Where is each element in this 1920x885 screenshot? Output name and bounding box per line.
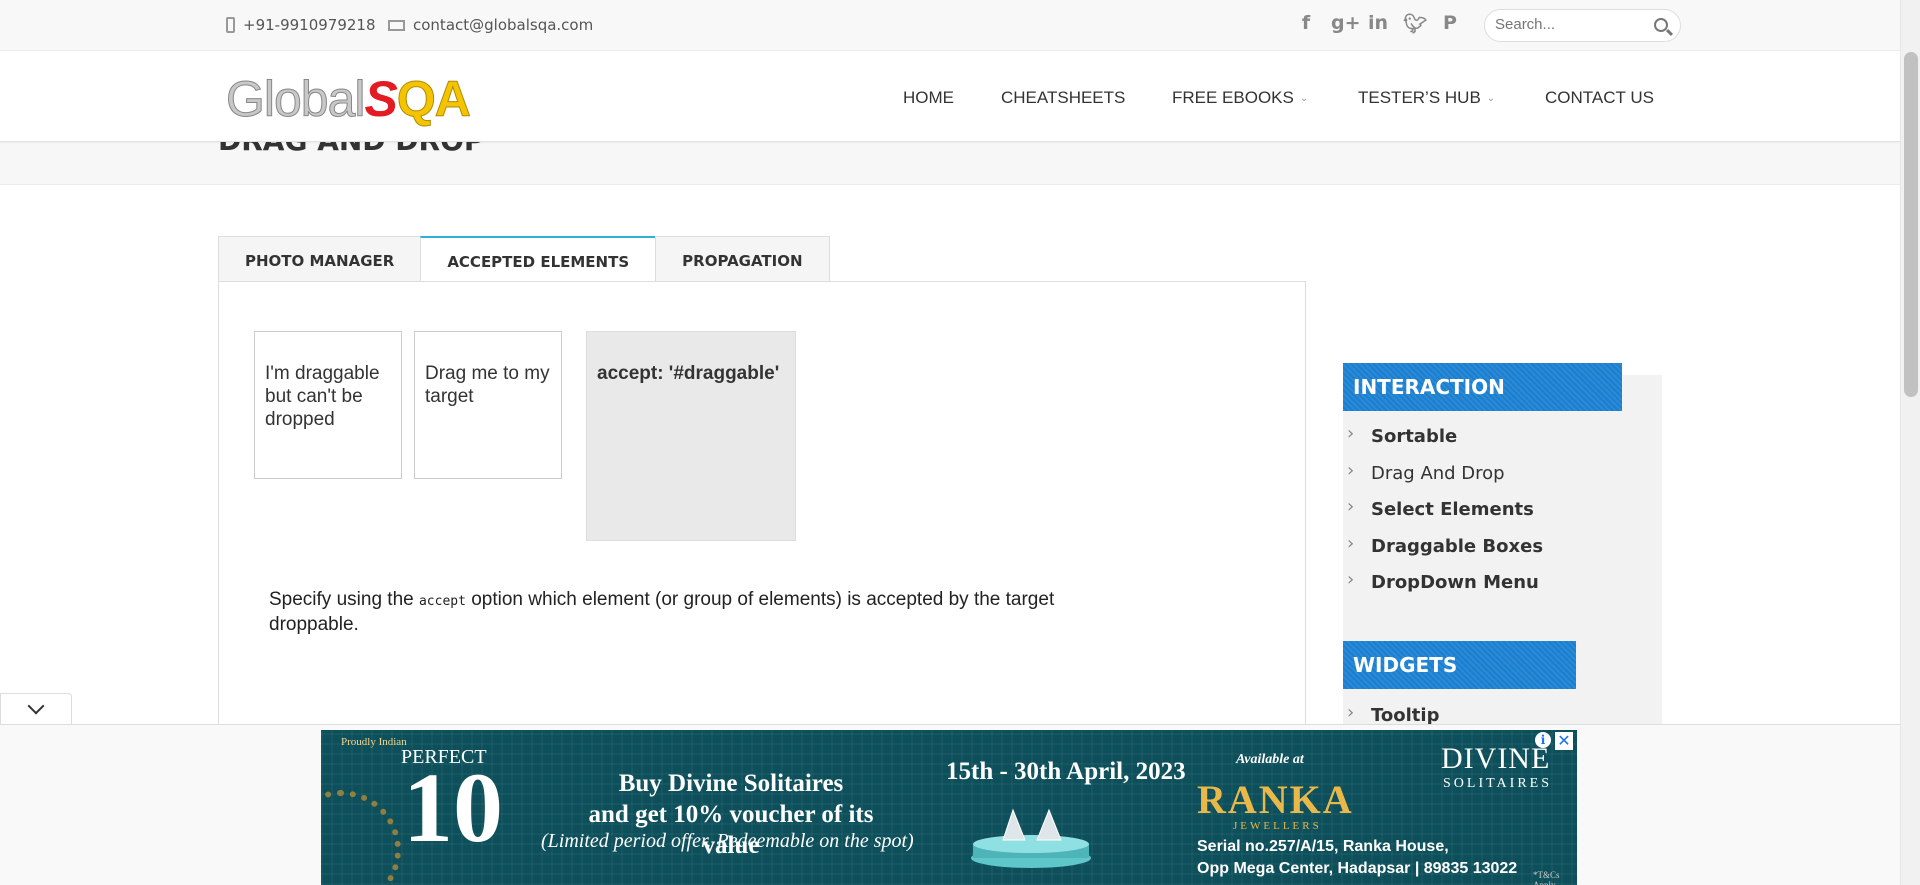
chevron-down-icon: ⌄ bbox=[1486, 93, 1496, 105]
sidebar: INTERACTION Sortable Drag And Drop Selec… bbox=[1343, 363, 1662, 735]
ad-ten: 10 bbox=[403, 752, 503, 863]
interaction-widget-title: INTERACTION bbox=[1343, 363, 1622, 411]
search-icon[interactable] bbox=[1654, 18, 1668, 32]
page-title-band: DRAG AND DROP bbox=[0, 142, 1900, 185]
nav-contact-us-label: CONTACT US bbox=[1545, 88, 1654, 107]
ad-close-icon[interactable]: ✕ bbox=[1555, 732, 1573, 750]
logo-text-s: S bbox=[364, 71, 398, 127]
ad-ranka: RANKA bbox=[1197, 777, 1354, 822]
nav-cheatsheets[interactable]: CHEATSHEETS bbox=[1001, 88, 1125, 108]
ad-dates: 15th - 30th April, 2023 bbox=[946, 758, 1186, 785]
search-box bbox=[1484, 9, 1681, 42]
mandala-decoration bbox=[321, 790, 401, 885]
demo-tabs: PHOTO MANAGER ACCEPTED ELEMENTS PROPAGAT… bbox=[218, 236, 830, 283]
phone-icon bbox=[226, 17, 235, 33]
scrollbar-thumb[interactable] bbox=[1904, 52, 1918, 397]
draggable-box[interactable]: Drag me to my target bbox=[414, 331, 562, 479]
ad-headline-line1: Buy Divine Solitaires bbox=[618, 770, 844, 797]
pinterest-icon[interactable]: P bbox=[1439, 12, 1461, 35]
ad-collapse-button[interactable] bbox=[0, 693, 72, 724]
chevron-down-icon: ⌄ bbox=[1299, 93, 1309, 105]
nav-home[interactable]: HOME bbox=[903, 88, 954, 108]
ad-info-icon[interactable]: i bbox=[1535, 732, 1551, 748]
tab-propagation[interactable]: PROPAGATION bbox=[655, 236, 830, 282]
ad-offer: (Limited period offer. Redeemable on the… bbox=[541, 830, 914, 852]
phone-contact: +91-9910979218 bbox=[226, 16, 376, 34]
page-scrollbar[interactable] bbox=[1900, 0, 1920, 885]
ad-address-line2: Opp Mega Center, Hadapsar | 89835 13022 bbox=[1197, 860, 1518, 877]
banner-ad[interactable]: Proudly Indian PERFECT 10 Buy Divine Sol… bbox=[321, 730, 1577, 885]
nav-free-ebooks-label: FREE EBOOKS bbox=[1172, 88, 1294, 107]
droppable-label: accept: '#draggable' bbox=[597, 363, 780, 384]
phone-number: +91-9910979218 bbox=[243, 16, 376, 34]
non-droppable-draggable[interactable]: I'm draggable but can't be dropped bbox=[254, 331, 402, 479]
email-contact[interactable]: contact@globalsqa.com bbox=[388, 16, 593, 34]
chevron-down-icon bbox=[27, 697, 45, 715]
site-header: GlobalSQA HOME CHEATSHEETS FREE EBOOKS ⌄ … bbox=[0, 52, 1900, 142]
ad-divine: DIVINE bbox=[1441, 742, 1551, 775]
desc-text-start: Specify using the bbox=[269, 589, 414, 610]
sidebar-item-draggable-boxes[interactable]: Draggable Boxes bbox=[1343, 533, 1543, 573]
search-input[interactable] bbox=[1495, 16, 1645, 33]
google-plus-icon[interactable]: g+ bbox=[1331, 12, 1361, 35]
top-bar: +91-9910979218 contact@globalsqa.com f g… bbox=[0, 0, 1900, 51]
tab-photo-manager[interactable]: PHOTO MANAGER bbox=[218, 236, 422, 282]
demo-panel: I'm draggable but can't be dropped Drag … bbox=[218, 281, 1306, 741]
email-address[interactable]: contact@globalsqa.com bbox=[413, 16, 593, 34]
ad-terms: *T&Cs Apply bbox=[1533, 870, 1560, 885]
demo-description: Specify using the accept option which el… bbox=[269, 588, 1089, 636]
draggable-label: Drag me to my target bbox=[425, 363, 550, 407]
non-droppable-label: I'm draggable but can't be dropped bbox=[265, 363, 380, 430]
sidebar-item-drag-and-drop[interactable]: Drag And Drop bbox=[1343, 460, 1543, 500]
interaction-list: Sortable Drag And Drop Select Elements D… bbox=[1343, 423, 1543, 609]
tab-accepted-elements[interactable]: ACCEPTED ELEMENTS bbox=[420, 236, 657, 283]
ad-address-line1: Serial no.257/A/15, Ranka House, bbox=[1197, 838, 1449, 855]
sidebar-item-select-elements[interactable]: Select Elements bbox=[1343, 496, 1543, 536]
widgets-widget-title: WIDGETS bbox=[1343, 641, 1576, 689]
nav-cheatsheets-label: CHEATSHEETS bbox=[1001, 88, 1126, 107]
nav-home-label: HOME bbox=[903, 88, 954, 107]
nav-contact-us[interactable]: CONTACT US bbox=[1545, 88, 1654, 108]
logo-text-qa: QA bbox=[396, 71, 471, 128]
nav-free-ebooks[interactable]: FREE EBOOKS ⌄ bbox=[1172, 88, 1308, 108]
earring-image bbox=[971, 808, 1091, 868]
social-links: f g+ in 🐦︎ P bbox=[1295, 12, 1461, 35]
facebook-icon[interactable]: f bbox=[1295, 12, 1317, 35]
nav-testers-hub-label: TESTER’S HUB bbox=[1358, 88, 1481, 107]
ad-address: Serial no.257/A/15, Ranka House, Opp Meg… bbox=[1197, 836, 1517, 880]
droppable-target[interactable]: accept: '#draggable' bbox=[586, 331, 796, 541]
sidebar-item-sortable[interactable]: Sortable bbox=[1343, 423, 1543, 463]
mail-icon bbox=[388, 19, 405, 31]
logo-text-global: Global bbox=[226, 71, 367, 128]
ad-available-at: Available at bbox=[1236, 752, 1304, 767]
ad-proudly-indian: Proudly Indian bbox=[341, 736, 407, 748]
twitter-icon[interactable]: 🐦︎ bbox=[1403, 12, 1427, 35]
site-logo[interactable]: GlobalSQA bbox=[226, 70, 472, 128]
page-title: DRAG AND DROP bbox=[218, 142, 484, 157]
sidebar-item-dropdown-menu[interactable]: DropDown Menu bbox=[1343, 569, 1543, 609]
desc-code: accept bbox=[418, 594, 466, 609]
linkedin-icon[interactable]: in bbox=[1367, 12, 1389, 35]
nav-testers-hub[interactable]: TESTER’S HUB ⌄ bbox=[1358, 88, 1495, 108]
ad-solitaires: SOLITAIRES bbox=[1443, 776, 1552, 791]
ad-jewellers: JEWELLERS bbox=[1233, 820, 1322, 832]
